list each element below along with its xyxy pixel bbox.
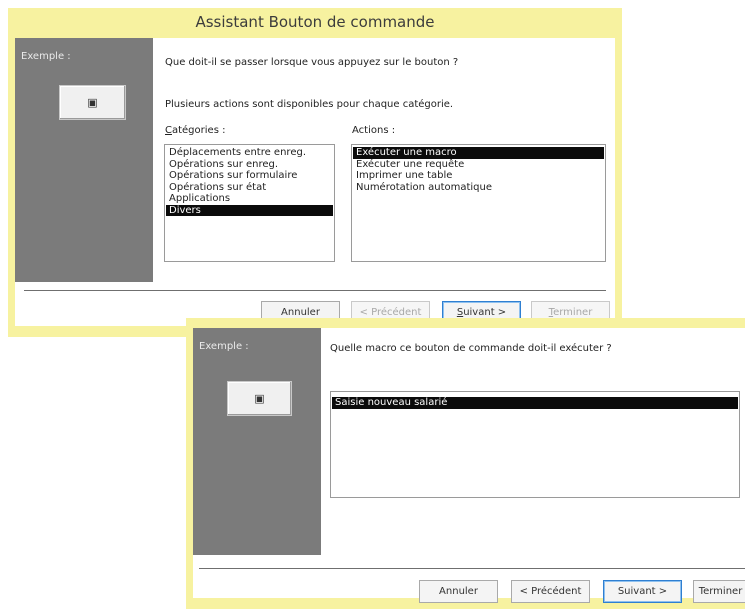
command-button-wizard-step-actions: Assistant Bouton de commande Exemple : ▣… xyxy=(8,8,622,337)
list-item[interactable]: Divers xyxy=(166,204,333,216)
list-item[interactable]: Opérations sur état xyxy=(166,182,333,194)
finish-button[interactable]: Terminer xyxy=(693,580,745,603)
previous-button[interactable]: < Précédent xyxy=(511,580,590,603)
button-image-icon: ▣ xyxy=(254,392,265,405)
sample-button-preview: ▣ xyxy=(227,381,292,416)
wizard-client-area: Exemple : ▣ Quelle macro ce bouton de co… xyxy=(193,328,745,603)
example-label: Exemple : xyxy=(21,51,71,62)
list-item[interactable]: Opérations sur enreg. xyxy=(166,159,333,171)
command-button-wizard-step-macro: Exemple : ▣ Quelle macro ce bouton de co… xyxy=(186,318,745,609)
wizard-client-area: Exemple : ▣ Que doit-il se passer lorsqu… xyxy=(15,38,615,326)
example-panel: Exemple : ▣ xyxy=(193,328,321,555)
next-button[interactable]: Suivant > xyxy=(603,580,682,603)
actions-label: Actions : xyxy=(352,125,396,136)
separator xyxy=(24,290,606,291)
actions-listbox[interactable]: Exécuter une macro Exécuter une requête Im… xyxy=(351,144,606,262)
window-title: Assistant Bouton de commande xyxy=(195,13,435,31)
list-item[interactable]: Opérations sur formulaire xyxy=(166,170,333,182)
macros-listbox[interactable]: Saisie nouveau salarié xyxy=(330,391,740,498)
list-item[interactable]: Déplacements entre enreg. xyxy=(166,147,333,159)
example-panel: Exemple : ▣ xyxy=(15,38,153,282)
separator xyxy=(199,568,745,569)
list-item[interactable]: Numérotation automatique xyxy=(353,182,604,194)
categories-listbox[interactable]: Déplacements entre enreg. Opérations sur … xyxy=(164,144,335,262)
button-image-icon: ▣ xyxy=(87,96,98,109)
question-text: Quelle macro ce bouton de commande doit-… xyxy=(330,343,612,354)
info-text: Plusieurs actions sont disponibles pour … xyxy=(165,99,454,110)
list-item[interactable]: Applications xyxy=(166,193,333,205)
list-item[interactable]: Exécuter une requête xyxy=(353,159,604,171)
question-text: Que doit-il se passer lorsque vous appuy… xyxy=(165,57,459,68)
cancel-button[interactable]: Annuler xyxy=(419,580,498,603)
categories-label: Catégories : xyxy=(165,125,226,136)
example-label: Exemple : xyxy=(199,341,249,352)
list-item[interactable]: Imprimer une table xyxy=(353,170,604,182)
sample-button-preview: ▣ xyxy=(59,85,126,120)
list-item[interactable]: Exécuter une macro xyxy=(353,147,604,159)
list-item[interactable]: Saisie nouveau salarié xyxy=(332,397,738,409)
